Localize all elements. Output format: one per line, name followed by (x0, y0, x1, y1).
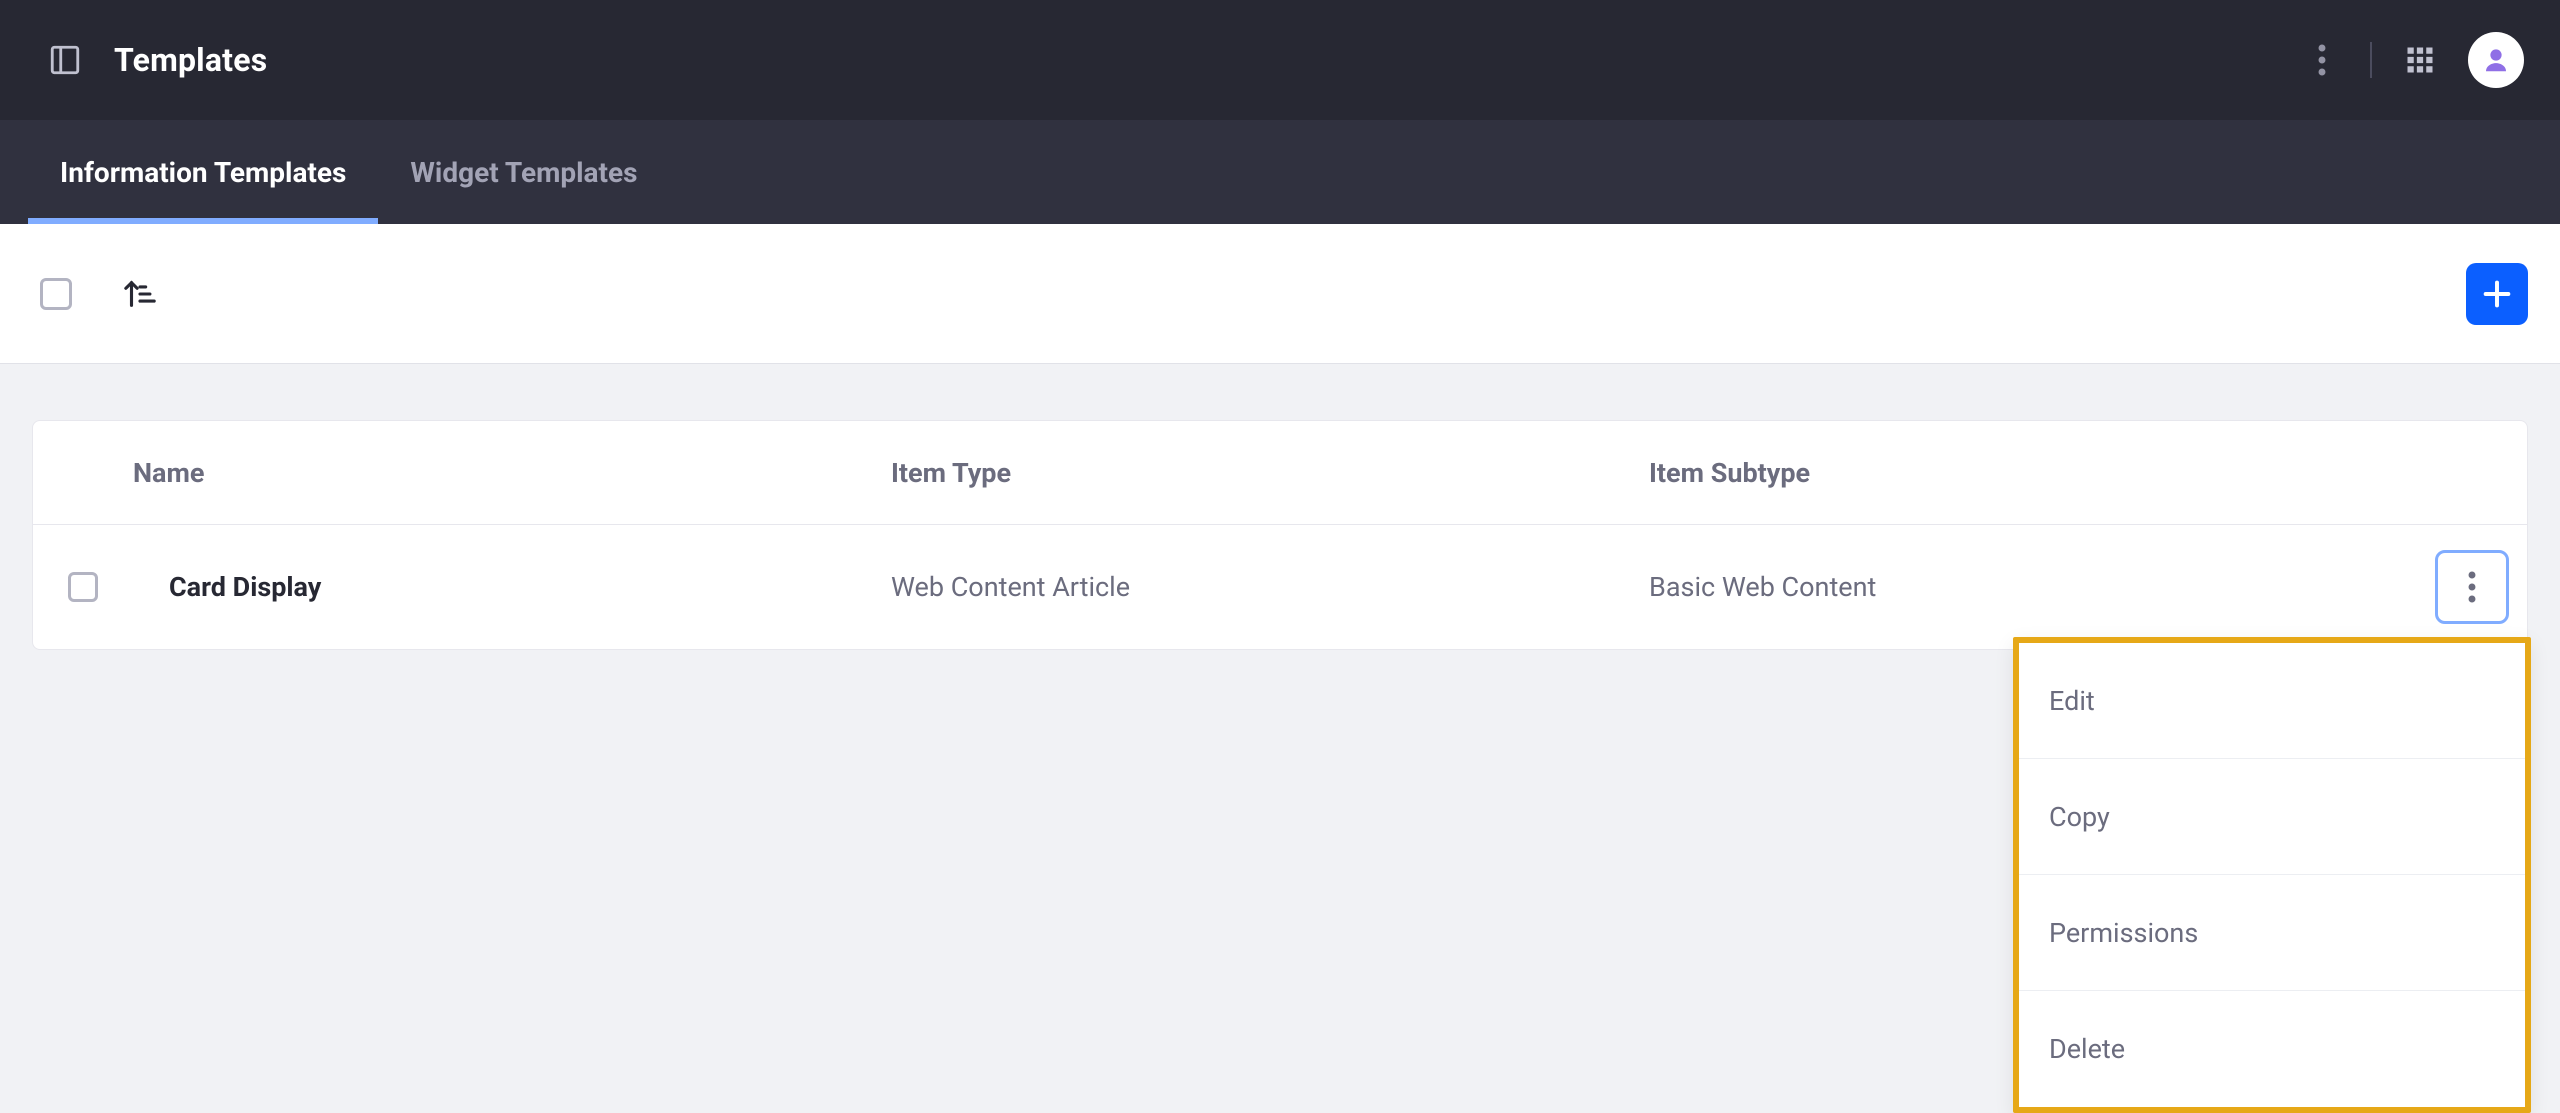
dropdown-item-delete[interactable]: Delete (2019, 991, 2525, 1107)
row-checkbox-cell (33, 572, 133, 602)
page-title: Templates (114, 41, 267, 79)
tab-label: Widget Templates (410, 156, 637, 189)
toolbar-left (40, 274, 160, 314)
tabs-bar: Information Templates Widget Templates (0, 120, 2560, 224)
sort-button[interactable] (120, 274, 160, 314)
header-divider (2370, 42, 2372, 78)
toolbar (0, 224, 2560, 364)
user-avatar[interactable] (2468, 32, 2524, 88)
th-item-type: Item Type (891, 457, 1649, 489)
cell-item-type: Web Content Article (891, 571, 1649, 603)
header-left: Templates (48, 41, 267, 79)
tab-widget-templates[interactable]: Widget Templates (378, 120, 669, 224)
row-actions-button[interactable] (2435, 550, 2509, 624)
dropdown-item-copy[interactable]: Copy (2019, 759, 2525, 875)
tab-information-templates[interactable]: Information Templates (28, 120, 378, 224)
dropdown-item-permissions[interactable]: Permissions (2019, 875, 2525, 991)
dropdown-item-edit[interactable]: Edit (2019, 643, 2525, 759)
th-name: Name (133, 457, 891, 489)
app-header: Templates (0, 0, 2560, 120)
toolbar-right (2466, 263, 2528, 325)
cell-item-subtype: Basic Web Content (1649, 571, 2407, 603)
add-button[interactable] (2466, 263, 2528, 325)
panel-left-icon[interactable] (48, 43, 82, 77)
templates-table: Name Item Type Item Subtype Card Display… (32, 420, 2528, 650)
header-right (2298, 32, 2524, 88)
cell-name[interactable]: Card Display (133, 571, 891, 603)
row-actions-dropdown: Edit Copy Permissions Delete (2013, 637, 2531, 1113)
table-row: Card Display Web Content Article Basic W… (33, 525, 2527, 649)
row-actions-cell (2407, 550, 2527, 624)
row-checkbox[interactable] (68, 572, 98, 602)
select-all-checkbox[interactable] (40, 278, 72, 310)
apps-grid-icon[interactable] (2396, 36, 2444, 84)
table-header-row: Name Item Type Item Subtype (33, 421, 2527, 525)
tab-label: Information Templates (60, 156, 346, 189)
th-item-subtype: Item Subtype (1649, 457, 2407, 489)
content-area: Name Item Type Item Subtype Card Display… (0, 364, 2560, 650)
header-options-button[interactable] (2298, 36, 2346, 84)
